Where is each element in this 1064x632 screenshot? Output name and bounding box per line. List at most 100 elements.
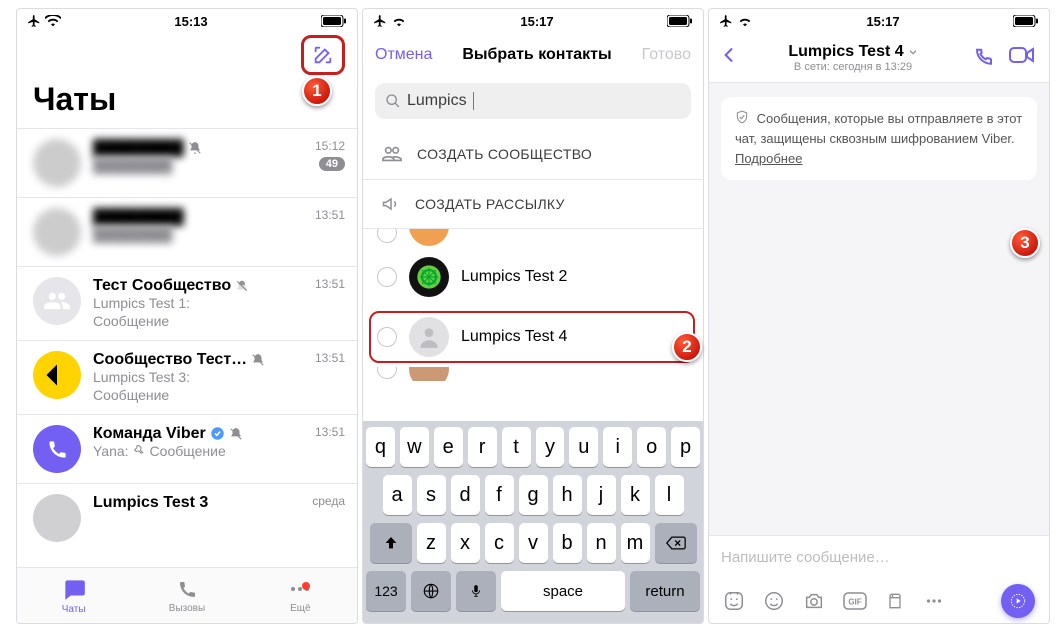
avatar [33,494,81,542]
chat-title[interactable]: Lumpics Test 4 [788,43,917,61]
airplane-icon [373,14,387,28]
chat-time: 13:51 [315,208,345,222]
person-icon [416,324,442,350]
status-time: 15:13 [174,14,207,29]
keyboard[interactable]: qwertyuiop asdfghjkl zxcvbnm 123 space r… [363,421,703,623]
more-icon [288,577,312,601]
letter-key[interactable]: a [383,475,412,515]
dictation-key[interactable] [456,571,496,611]
viber-icon [44,436,70,462]
chat-row[interactable]: ████████ ████████ 15:12 49 [17,128,357,198]
letter-key[interactable]: e [434,427,463,467]
letter-key[interactable]: c [485,523,514,563]
letter-key[interactable]: g [519,475,548,515]
create-broadcast-button[interactable]: СОЗДАТЬ РАССЫЛКУ [363,180,703,229]
letter-key[interactable]: z [417,523,446,563]
letter-key[interactable]: x [451,523,480,563]
avatar [33,139,81,187]
backspace-key[interactable] [655,523,697,563]
community-icon [381,143,403,165]
letter-key[interactable]: o [637,427,666,467]
emoji-icon[interactable] [763,590,785,612]
step-marker-2: 2 [672,332,702,362]
camera-icon[interactable] [803,590,825,612]
letter-key[interactable]: l [655,475,684,515]
chat-row[interactable]: Команда Viber Yana: Сообщение 13:51 [17,415,357,484]
letter-key[interactable]: u [569,427,598,467]
megaphone-icon [381,194,401,214]
letter-key[interactable]: t [502,427,531,467]
cancel-button[interactable]: Отмена [375,46,432,64]
letter-key[interactable]: r [468,427,497,467]
radio-unchecked[interactable] [377,229,397,243]
radio-unchecked[interactable] [377,267,397,287]
letter-key[interactable]: n [587,523,616,563]
letter-key[interactable]: w [400,427,429,467]
compose-icon[interactable] [312,44,334,66]
contact-row-highlighted[interactable]: Lumpics Test 4 [363,307,703,367]
return-key[interactable]: return [630,571,700,611]
chat-row[interactable]: Lumpics Test 3 среда [17,484,357,552]
muted-icon [188,139,202,157]
phone-icon [175,577,199,601]
tab-chats[interactable]: Чаты [17,568,130,623]
numbers-key[interactable]: 123 [366,571,406,611]
contact-list[interactable]: Lumpics Test 2 Lumpics Test 4 [363,229,703,421]
letter-key[interactable]: q [366,427,395,467]
create-community-button[interactable]: СОЗДАТЬ СООБЩЕСТВО [363,129,703,180]
message-input[interactable]: Напишите сообщение… [709,535,1049,579]
letter-key[interactable]: p [671,427,700,467]
letter-key[interactable]: s [417,475,446,515]
voice-call-button[interactable] [967,43,999,72]
notification-dot [302,582,310,590]
tab-calls[interactable]: Вызовы [130,568,243,623]
chat-list[interactable]: ████████ ████████ 15:12 49 █████████████… [17,128,357,567]
verified-icon [210,425,225,443]
chevron-down-icon [908,47,918,57]
composer-placeholder: Напишите сообщение… [721,549,890,566]
contact-row-partial[interactable] [363,367,703,381]
send-voice-button[interactable] [1001,584,1035,618]
letter-key[interactable]: b [553,523,582,563]
muted-icon [229,425,243,443]
globe-key[interactable] [411,571,451,611]
gif-icon[interactable]: GIF [843,592,867,610]
back-button[interactable] [719,45,739,70]
letter-key[interactable]: m [621,523,650,563]
learn-more-link[interactable]: Подробнее [735,151,802,166]
done-button[interactable]: Готово [642,46,691,64]
chat-time: 13:51 [315,277,345,291]
chat-body[interactable]: Сообщения, которые вы отправляете в этот… [709,83,1049,535]
contact-name: Lumpics Test 4 [461,328,567,346]
chat-row[interactable]: Сообщество Тест… Lumpics Test 3: Сообщен… [17,341,357,415]
pin-icon [133,445,146,458]
chat-row[interactable]: ████████████████ 13:51 [17,198,357,267]
radio-unchecked[interactable] [377,327,397,347]
unread-badge: 49 [319,157,345,171]
gallery-icon[interactable] [885,590,905,612]
letter-key[interactable]: h [553,475,582,515]
tab-more[interactable]: Ещё [244,568,357,623]
composer-toolbar: GIF [709,579,1049,623]
video-call-button[interactable] [1005,45,1039,70]
space-key[interactable]: space [501,571,625,611]
contact-row[interactable]: Lumpics Test 2 [363,247,703,307]
sticker-icon[interactable] [723,590,745,612]
letter-key[interactable]: i [603,427,632,467]
search-input[interactable]: Lumpics [375,83,691,119]
letter-key[interactable]: v [519,523,548,563]
letter-key[interactable]: y [536,427,565,467]
contact-row-partial[interactable] [363,229,703,247]
radio-unchecked[interactable] [377,367,397,379]
shift-key[interactable] [370,523,412,563]
wifi-icon [45,15,61,27]
nav-bar [17,33,357,77]
modal-header: Отмена Выбрать контакты Готово [363,33,703,77]
airplane-icon [27,14,41,28]
letter-key[interactable]: k [621,475,650,515]
letter-key[interactable]: d [451,475,480,515]
letter-key[interactable]: j [587,475,616,515]
more-icon[interactable] [923,590,945,612]
chat-row[interactable]: Тест Сообщество Lumpics Test 1: Сообщени… [17,267,357,341]
letter-key[interactable]: f [485,475,514,515]
